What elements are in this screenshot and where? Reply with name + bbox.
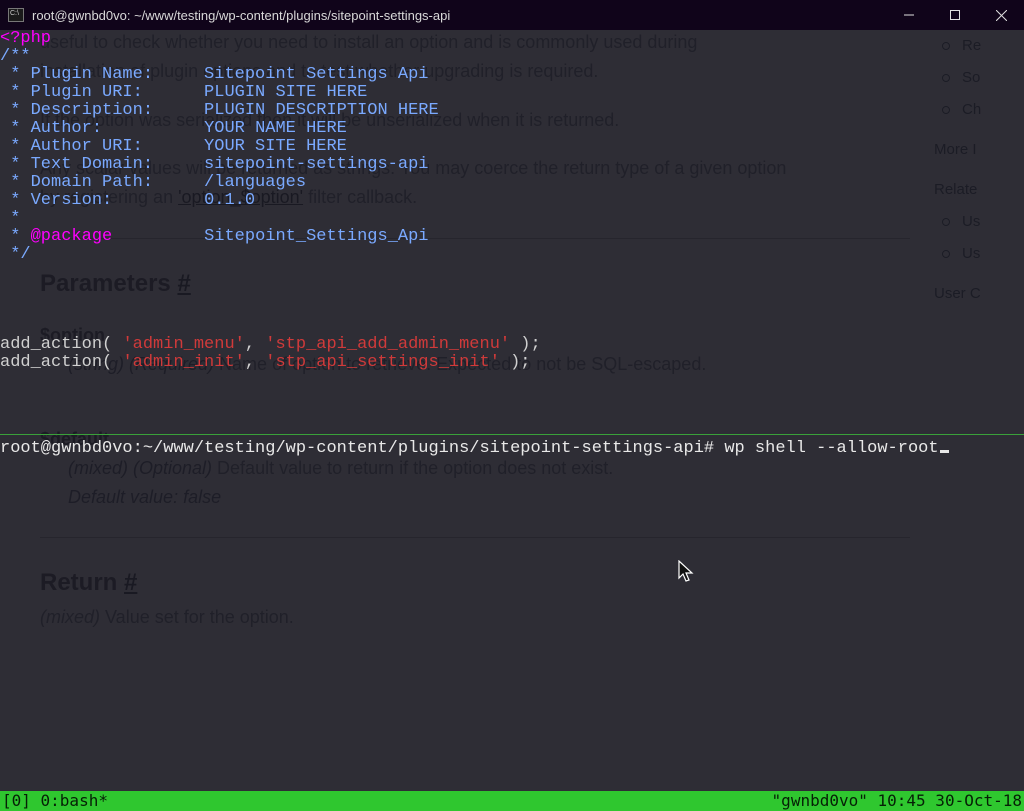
pane-divider[interactable] [0, 434, 1024, 435]
window-title: root@gwnbd0vo: ~/www/testing/wp-content/… [32, 8, 886, 23]
shell-command: wp shell --allow-root [724, 439, 938, 458]
docblock-close: */ [0, 245, 31, 264]
status-right: "gwnbd0vo" 10:45 30-Oct-18 [772, 791, 1022, 811]
terminal-pane[interactable]: root@gwnbd0vo:~/www/testing/wp-content/p… [0, 440, 1024, 791]
docblock-open: /** [0, 47, 31, 66]
text-cursor [940, 450, 949, 453]
status-left: [0] 0:bash* [2, 791, 108, 811]
code-fn: add_action [0, 353, 102, 372]
close-button[interactable] [978, 0, 1024, 30]
cmd-icon [8, 8, 24, 22]
window-titlebar[interactable]: root@gwnbd0vo: ~/www/testing/wp-content/… [0, 0, 1024, 30]
code-fn: add_action [0, 335, 102, 354]
shell-prompt: root@gwnbd0vo:~/www/testing/wp-content/p… [0, 439, 714, 458]
tmux-statusbar: [0] 0:bash* "gwnbd0vo" 10:45 30-Oct-18 [0, 791, 1024, 811]
editor-pane[interactable]: <?php /** * Plugin Name: Sitepoint Setti… [0, 30, 1024, 434]
maximize-button[interactable] [932, 0, 978, 30]
minimize-button[interactable] [886, 0, 932, 30]
php-open-tag: <?php [0, 30, 51, 48]
